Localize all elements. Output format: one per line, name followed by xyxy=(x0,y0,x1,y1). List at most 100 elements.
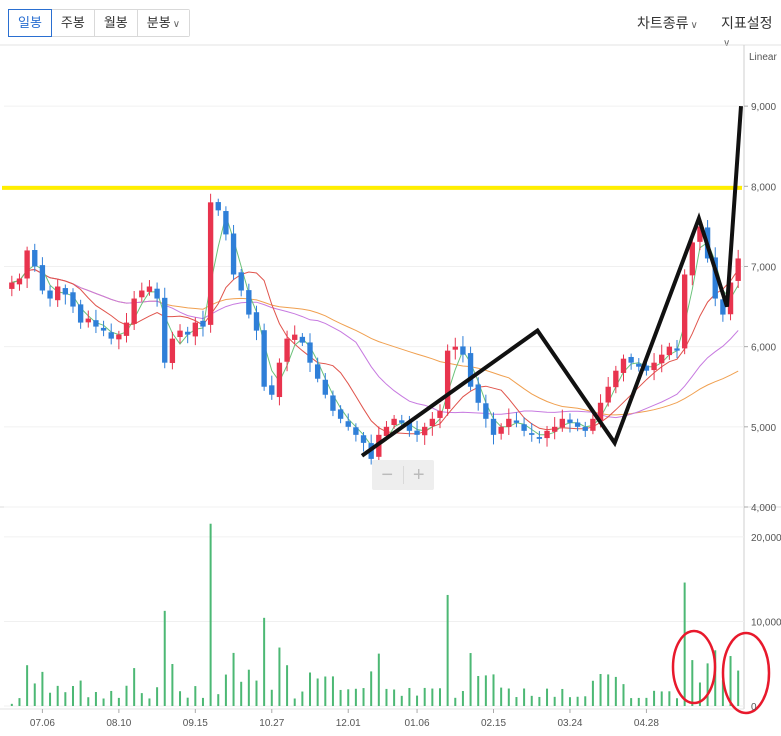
volume-bar xyxy=(87,697,90,706)
candle-body xyxy=(269,385,275,395)
grid-lines xyxy=(0,44,781,713)
volume-bar xyxy=(263,617,266,706)
volume-tick-label: 20,000,000 xyxy=(751,533,781,544)
candle-body xyxy=(16,278,23,285)
volume-bar xyxy=(393,689,396,706)
price-tick-label: 9,000 xyxy=(751,102,776,113)
volume-bar xyxy=(232,652,235,706)
candle-body xyxy=(506,418,512,427)
candle-body xyxy=(429,418,436,427)
axes: Linear 9,000 8,000 7,000 6,000 5,000 4,000 20… xyxy=(30,52,781,729)
volume-bar xyxy=(339,689,342,706)
volume-bar xyxy=(347,689,350,706)
volume-bar xyxy=(469,653,472,706)
candle-body xyxy=(498,426,504,434)
ma120-line xyxy=(11,268,739,416)
volume-bar xyxy=(416,695,419,706)
candle-body xyxy=(460,346,466,355)
volume-bar xyxy=(477,675,480,706)
candle-body xyxy=(574,422,581,427)
candle-body xyxy=(536,437,543,439)
candle-body xyxy=(483,403,489,419)
volume-bar xyxy=(630,698,633,706)
stock-chart[interactable]: Linear 9,000 8,000 7,000 6,000 5,000 4,000 20… xyxy=(0,0,781,736)
candle-body xyxy=(108,332,114,339)
zoom-out-button[interactable]: − xyxy=(372,460,403,490)
volume-bar xyxy=(133,668,136,706)
candle-body xyxy=(253,312,260,331)
candle-body xyxy=(414,430,420,435)
volume-bar xyxy=(309,672,312,706)
volume-bar xyxy=(538,696,541,706)
volume-bar xyxy=(706,663,709,706)
candle-body xyxy=(162,297,168,363)
ma60-line xyxy=(11,268,739,419)
candle-body xyxy=(131,298,137,324)
candle-body xyxy=(207,202,214,325)
volume-bar xyxy=(500,687,503,706)
volume-axis: 20,000,000 10,000,000 0 xyxy=(751,533,781,713)
candle-body xyxy=(681,274,688,349)
candle-body xyxy=(146,286,153,292)
volume-bar xyxy=(438,688,441,706)
date-tick-label: 09.15 xyxy=(183,718,208,729)
volume-tick-label: 0 xyxy=(751,702,757,713)
candle-body xyxy=(452,346,458,350)
volume-bar xyxy=(676,698,679,706)
volume-bar xyxy=(691,660,694,706)
candle-body xyxy=(93,320,99,327)
candle-body xyxy=(223,211,229,235)
volume-highlight-circle xyxy=(671,629,717,705)
candle-body xyxy=(422,426,428,436)
volume-bar xyxy=(461,691,464,706)
candle-body xyxy=(529,433,535,435)
volume-bar xyxy=(79,680,82,706)
zoom-in-button[interactable]: + xyxy=(404,460,435,490)
candle-body xyxy=(284,338,290,362)
candle-body xyxy=(47,290,53,299)
candle-body xyxy=(590,418,596,431)
volume-bar xyxy=(408,687,411,706)
candle-body xyxy=(307,342,313,363)
candle-body xyxy=(100,327,107,331)
candle-body xyxy=(582,426,588,431)
volume-bar xyxy=(431,688,434,706)
volume-bar xyxy=(240,681,243,706)
volume-bar xyxy=(224,674,227,706)
volume-bar xyxy=(64,692,67,706)
candle-body xyxy=(613,370,619,388)
candle-body xyxy=(276,362,283,398)
volume-bar xyxy=(278,647,281,706)
candle-body xyxy=(230,233,237,275)
volume-bar xyxy=(423,687,426,706)
candle-body xyxy=(192,322,198,337)
candle-body xyxy=(437,410,443,418)
candle-body xyxy=(85,318,91,323)
volume-bar xyxy=(484,675,487,706)
candle-body xyxy=(399,420,405,423)
candle-body xyxy=(345,421,351,427)
date-tick-label: 10.27 xyxy=(259,718,284,729)
candle-body xyxy=(605,386,611,403)
candle-body xyxy=(444,350,451,409)
volume-bar xyxy=(286,665,289,706)
candle-body xyxy=(215,202,221,211)
volume-bar xyxy=(125,685,128,706)
candle-body xyxy=(322,379,328,395)
candle-body xyxy=(154,288,160,299)
candle-body xyxy=(185,331,191,335)
volume-bar xyxy=(683,582,686,706)
candle-body xyxy=(116,334,122,340)
volume-bar xyxy=(400,695,403,706)
volume-bar xyxy=(354,688,357,706)
volume-bar xyxy=(217,694,220,706)
volume-bar xyxy=(446,594,449,706)
candle-body xyxy=(314,364,321,379)
candle-body xyxy=(513,420,520,423)
candle-body xyxy=(636,363,642,367)
price-tick-label: 6,000 xyxy=(751,343,776,354)
volume-bar xyxy=(194,686,197,706)
date-tick-label: 12.01 xyxy=(336,718,361,729)
volume-bar xyxy=(94,692,97,706)
date-tick-label: 07.06 xyxy=(30,718,55,729)
